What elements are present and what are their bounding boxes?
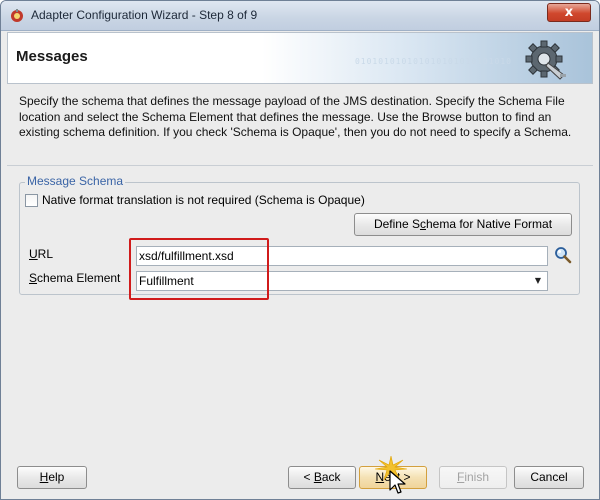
cancel-button[interactable]: Cancel	[514, 466, 584, 489]
next-mnemonic: N	[375, 470, 385, 484]
back-button[interactable]: < Back	[288, 466, 356, 489]
define-schema-label-suffix: hema for Native Format	[425, 217, 553, 231]
back-label-rest: ack	[321, 470, 341, 484]
opaque-checkbox-label[interactable]: Native format translation is not require…	[42, 193, 365, 207]
schema-element-label-rest: chema Element	[37, 271, 121, 285]
close-button[interactable]: x	[547, 3, 591, 22]
window-title: Adapter Configuration Wizard - Step 8 of…	[31, 8, 258, 22]
finish-label-rest: inish	[464, 470, 490, 484]
gear-plug-icon	[525, 40, 566, 80]
next-button[interactable]: Next >	[359, 466, 427, 489]
separator	[7, 165, 593, 166]
description-text: Specify the schema that defines the mess…	[19, 94, 572, 139]
page-title: Messages	[16, 48, 88, 65]
highlight-box	[129, 238, 269, 300]
help-label-rest: elp	[48, 470, 65, 484]
opaque-checkbox-row[interactable]: Native format translation is not require…	[25, 192, 365, 208]
define-schema-label-prefix: Define S	[373, 217, 420, 231]
close-icon: x	[564, 5, 574, 20]
help-button[interactable]: Help	[17, 466, 87, 489]
binary-decoration: 010101010101010101010101010	[354, 57, 512, 66]
next-label-rest: ext	[384, 470, 401, 484]
search-icon[interactable]	[554, 246, 572, 264]
url-label-mnemonic: U	[29, 247, 38, 261]
next-arrow-icon: >	[403, 470, 411, 484]
finish-button[interactable]: Finish	[439, 466, 507, 489]
url-label: URL	[29, 247, 53, 261]
url-label-rest: RL	[37, 247, 54, 261]
wizard-icon	[11, 9, 23, 22]
opaque-checkbox[interactable]	[25, 193, 38, 207]
message-schema-legend: Message Schema	[25, 174, 126, 188]
header-banner: 010101010101010101010101010 Messages	[7, 32, 593, 84]
define-schema-button[interactable]: Define Schema for Native Format	[354, 213, 572, 236]
chevron-down-icon[interactable]: ▼	[531, 274, 545, 288]
wizard-window: Adapter Configuration Wizard - Step 8 of…	[0, 0, 600, 500]
schema-element-mnemonic: S	[29, 271, 38, 285]
back-mnemonic: B	[313, 470, 322, 484]
schema-element-label: Schema Element	[29, 271, 120, 285]
title-bar[interactable]: Adapter Configuration Wizard - Step 8 of…	[1, 1, 599, 31]
back-arrow-icon: <	[303, 470, 311, 484]
